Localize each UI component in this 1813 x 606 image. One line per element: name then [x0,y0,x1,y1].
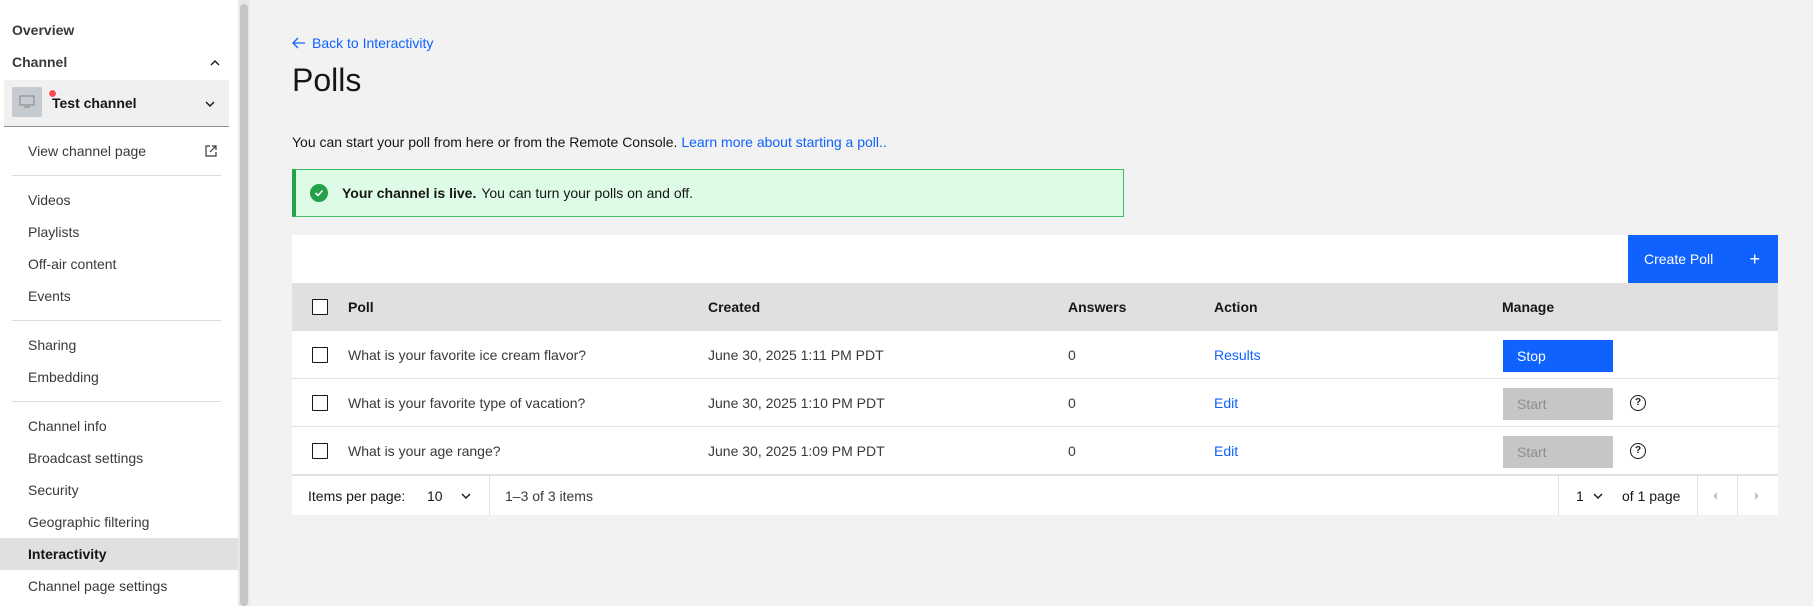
start-button-disabled: Start [1503,436,1613,468]
poll-question: What is your age range? [348,443,501,459]
edit-link[interactable]: Edit [1214,427,1238,475]
sidebar-item-playlists[interactable]: Playlists [0,216,238,248]
poll-question: What is your favorite ice cream flavor? [348,347,587,363]
items-per-page-select[interactable]: 10 [427,488,443,504]
scrollbar-thumb[interactable] [240,4,248,606]
monitor-icon [19,95,35,108]
sidebar-item-videos[interactable]: Videos [0,184,238,216]
sidebar-item-view-channel-page[interactable]: View channel page [0,135,238,167]
select-all-checkbox[interactable] [312,299,328,315]
divider [1737,476,1738,516]
poll-created: June 30, 2025 1:10 PM PDT [708,395,885,411]
table-toolbar: Create Poll + [292,235,1778,283]
page-select[interactable]: 1 [1576,488,1584,504]
back-link-label: Back to Interactivity [312,35,434,51]
plus-icon: + [1749,249,1760,269]
chevron-up-icon[interactable] [208,56,222,70]
row-checkbox[interactable] [312,395,328,411]
page-total-text: of 1 page [1622,488,1681,504]
edit-link[interactable]: Edit [1214,379,1238,427]
next-page-icon[interactable] [1752,490,1762,502]
back-link[interactable]: Back to Interactivity [292,35,433,51]
column-header-action: Action [1214,299,1258,315]
poll-answers: 0 [1068,347,1076,363]
create-poll-label: Create Poll [1644,251,1714,267]
learn-more-link[interactable]: Learn more about starting a poll.. [681,134,886,150]
poll-answers: 0 [1068,395,1076,411]
nav-overview[interactable]: Overview [12,22,74,38]
help-icon[interactable]: ? [1630,395,1646,411]
intro-text: You can start your poll from here or fro… [292,134,887,150]
sidebar-item-channel-info[interactable]: Channel info [0,410,238,442]
poll-answers: 0 [1068,443,1076,459]
channel-name: Test channel [52,95,137,111]
help-icon[interactable]: ? [1630,443,1646,459]
poll-created: June 30, 2025 1:09 PM PDT [708,443,885,459]
start-button-disabled: Start [1503,388,1613,420]
sidebar-item-broadcast-settings[interactable]: Broadcast settings [0,442,238,474]
table-header: Poll Created Answers Action Manage [292,283,1778,331]
page-title: Polls [292,62,362,98]
intro-text-body: You can start your poll from here or fro… [292,134,678,150]
item-range-text: 1–3 of 3 items [505,488,593,504]
chevron-down-icon[interactable] [460,490,472,502]
sidebar-scrollbar[interactable] [238,0,250,606]
create-poll-button[interactable]: Create Poll + [1628,235,1778,283]
external-link-icon [205,145,217,157]
sidebar: Overview Channel Test channel View chann… [0,0,238,606]
divider [489,476,490,516]
column-header-answers[interactable]: Answers [1068,283,1126,331]
sidebar-item-off-air-content[interactable]: Off-air content [0,248,238,280]
sidebar-item-embedding[interactable]: Embedding [0,361,238,393]
sidebar-item-channel-page-settings[interactable]: Channel page settings [0,570,238,602]
notice-text: You can turn your polls on and off. [481,185,694,201]
row-checkbox[interactable] [312,443,328,459]
row-checkbox[interactable] [312,347,328,363]
stop-button[interactable]: Stop [1503,340,1613,372]
channel-thumbnail [12,87,57,117]
pagination: Items per page: 10 1–3 of 3 items 1 of 1… [292,475,1778,516]
table-row: What is your age range? June 30, 2025 1:… [292,427,1778,475]
divider [12,401,221,402]
sidebar-item-geographic-filtering[interactable]: Geographic filtering [0,506,238,538]
divider [12,175,221,176]
poll-question: What is your favorite type of vacation? [348,395,586,411]
column-header-manage: Manage [1502,299,1555,315]
table-row: What is your favorite ice cream flavor? … [292,331,1778,379]
checkmark-circle-icon [310,184,328,202]
column-header-created[interactable]: Created [708,283,760,331]
items-per-page-label: Items per page: [308,488,406,504]
sidebar-item-label: View channel page [28,143,147,159]
poll-created: June 30, 2025 1:11 PM PDT [708,347,884,363]
column-header-poll[interactable]: Poll [348,283,374,331]
notice-title: Your channel is live. [342,185,477,201]
live-notification: Your channel is live. You can turn your … [292,169,1124,217]
divider [1697,476,1698,516]
arrow-left-icon [292,37,305,49]
sidebar-item-security[interactable]: Security [0,474,238,506]
sidebar-item-interactivity[interactable]: Interactivity [0,538,238,570]
divider [12,320,221,321]
chevron-down-icon[interactable] [1592,490,1604,502]
sidebar-item-events[interactable]: Events [0,280,238,312]
polls-table: Create Poll + Poll Created Answers Actio… [292,235,1778,516]
divider [1558,476,1559,516]
channel-section-heading[interactable]: Channel [12,54,67,70]
previous-page-icon[interactable] [1710,490,1720,502]
results-link[interactable]: Results [1214,331,1261,379]
channel-selector[interactable]: Test channel [4,80,229,127]
table-row: What is your favorite type of vacation? … [292,379,1778,427]
chevron-down-icon [205,101,215,107]
sidebar-item-sharing[interactable]: Sharing [0,329,238,361]
